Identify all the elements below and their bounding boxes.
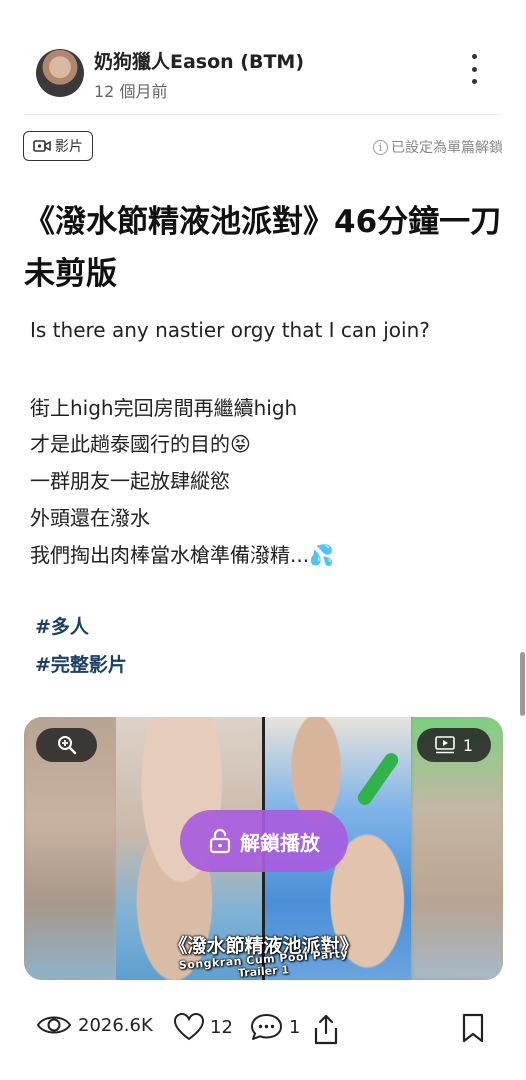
author-name[interactable]: 奶狗獵人Eason (BTM) <box>94 47 304 74</box>
comments-count: 1 <box>289 1016 301 1038</box>
unlock-note: i 已設定為單篇解鎖 <box>373 137 503 157</box>
views-stat: 2026.6K <box>36 1013 153 1037</box>
views-count: 2026.6K <box>78 1014 153 1036</box>
eye-icon <box>36 1016 72 1034</box>
like-button[interactable]: 12 <box>174 1013 233 1041</box>
unlock-icon <box>209 828 231 854</box>
bookmark-icon <box>462 1013 484 1043</box>
hashtag-link[interactable]: #完整影片 <box>35 650 127 677</box>
post-time: 12 個月前 <box>94 82 168 101</box>
post-title: 《潑水節精液池派對》46分鐘一刀未剪版 <box>24 204 502 292</box>
zoom-button[interactable] <box>36 728 97 762</box>
body-line: 外頭還在潑水 <box>30 506 150 530</box>
post-actions: 2026.6K 12 1 <box>0 1005 526 1051</box>
unlock-note-text: 已設定為單篇解鎖 <box>391 140 503 156</box>
unlock-play-label: 解鎖播放 <box>240 830 320 855</box>
comment-icon <box>251 1014 282 1040</box>
info-icon: i <box>373 139 388 155</box>
video-preview[interactable]: 《潑水節精液池派對》 Songkran Cum Pool Party Trail… <box>24 717 503 980</box>
body-line: 一群朋友一起放肆縱慾 <box>30 469 230 493</box>
body-line: 才是此趟泰國行的目的😝 <box>30 432 251 456</box>
video-count-button[interactable]: 1 <box>417 728 491 762</box>
heart-icon <box>174 1013 204 1041</box>
play-list-icon <box>435 736 455 754</box>
bookmark-button[interactable] <box>462 1013 484 1043</box>
divider <box>24 114 502 115</box>
hashtag-link[interactable]: #多人 <box>35 612 89 639</box>
body-line: 街上high完回房間再繼續high <box>30 396 298 420</box>
comment-button[interactable]: 1 <box>250 1013 300 1041</box>
share-button[interactable] <box>313 1013 339 1045</box>
video-count: 1 <box>462 735 474 755</box>
body-line: 我們掏出肉棒當水槍準備潑精...💦 <box>30 543 334 567</box>
more-options-button[interactable] <box>462 54 486 84</box>
post-header: 奶狗獵人Eason (BTM) 12 個月前 <box>0 0 526 115</box>
video-camera-icon <box>33 140 51 152</box>
share-icon <box>314 1014 338 1045</box>
more-vertical-icon <box>471 54 477 59</box>
likes-count: 12 <box>210 1016 233 1038</box>
video-type-badge: 影片 <box>23 131 93 161</box>
video-badge-label: 影片 <box>55 139 83 155</box>
unlock-play-button[interactable]: 解鎖播放 <box>180 810 348 872</box>
scrollbar[interactable] <box>520 652 525 716</box>
zoom-in-icon <box>57 736 76 755</box>
avatar[interactable] <box>36 49 84 97</box>
body-line: Is there any nastier orgy that I can joi… <box>30 318 430 342</box>
